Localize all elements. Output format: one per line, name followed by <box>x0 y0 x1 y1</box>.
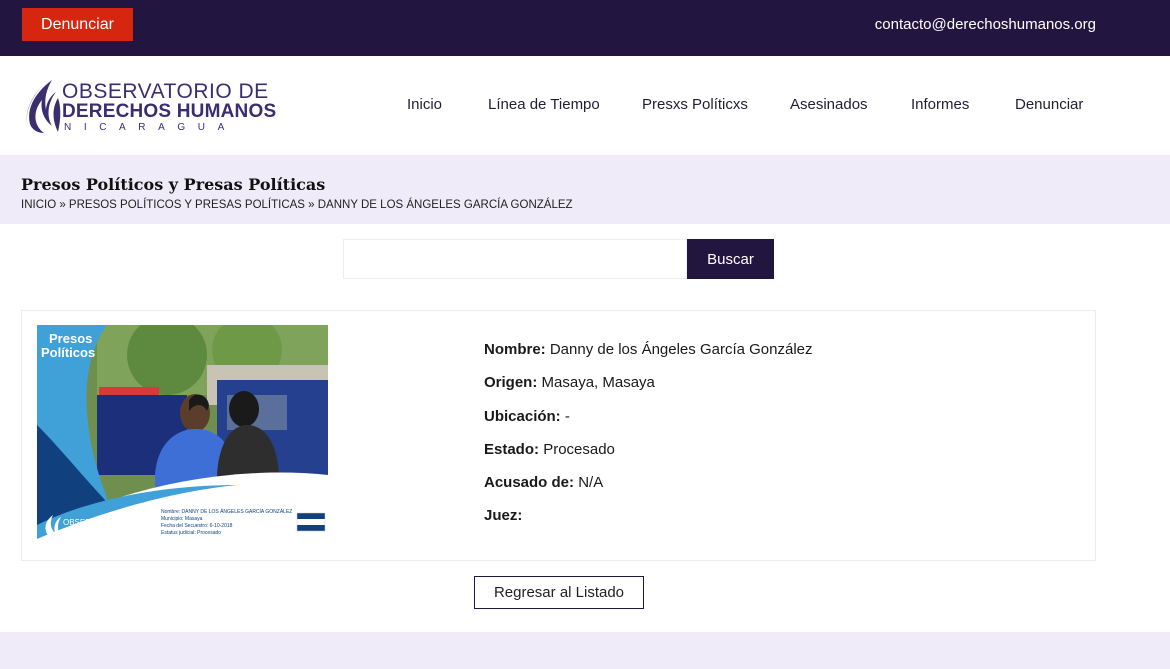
nav-item-linea-de-tiempo[interactable]: Línea de Tiempo <box>488 96 600 113</box>
search-input[interactable] <box>343 239 687 279</box>
main-nav: Inicio Línea de Tiempo Presxs Políticxs … <box>0 96 1170 120</box>
prisoner-details: Nombre: Danny de los Ángeles García Gonz… <box>484 341 813 541</box>
detail-value: Danny de los Ángeles García González <box>549 341 813 358</box>
detail-label: Nombre: <box>484 341 546 358</box>
detail-label: Juez: <box>484 507 523 525</box>
photo-badge-line1: Presos <box>49 331 92 346</box>
nav-item-inicio[interactable]: Inicio <box>407 96 442 113</box>
detail-row-nombre: Nombre: Danny de los Ángeles García Gonz… <box>484 341 813 374</box>
nav-item-presxs-politicxs[interactable]: Presxs Políticxs <box>642 96 748 113</box>
prisoner-photo: Presos Políticos Nombre: DANNY DE LOS ÁN… <box>37 325 328 543</box>
detail-value: N/A <box>578 474 604 492</box>
breadcrumb[interactable]: INICIO » PRESOS POLÍTICOS Y PRESAS POLÍT… <box>21 199 573 211</box>
contact-email-link[interactable]: contacto@derechoshumanos.org <box>875 16 1096 33</box>
back-to-list-button[interactable]: Regresar al Listado <box>474 576 644 609</box>
photo-caption-line1: Nombre: DANNY DE LOS ÁNGELES GARCÍA GONZ… <box>161 508 292 515</box>
detail-row-acusado: Acusado de: N/A <box>484 474 813 507</box>
report-button[interactable]: Denunciar <box>22 8 133 41</box>
photo-logo-line3: NICARAGUA <box>65 536 125 541</box>
page-title-band: Presos Políticos y Presas Políticas INIC… <box>0 155 1170 224</box>
photo-caption-line2: Municipio: Masaya <box>161 516 203 522</box>
detail-label: Estado: <box>484 440 540 458</box>
detail-value: Procesado <box>543 440 615 458</box>
detail-label: Origen: <box>484 374 538 392</box>
nav-item-denunciar[interactable]: Denunciar <box>1015 96 1083 113</box>
site-header: OBSERVATORIO DE DERECHOS HUMANOS NICARAG… <box>0 56 1170 155</box>
photo-caption-line3: Fecha del Secuestro: 6-10-2018 <box>161 523 233 529</box>
detail-row-estado: Estado: Procesado <box>484 441 813 474</box>
detail-row-juez: Juez: <box>484 507 813 540</box>
detail-label: Ubicación: <box>484 407 561 425</box>
nav-item-asesinados[interactable]: Asesinados <box>790 96 868 113</box>
prisoner-card: Presos Políticos Nombre: DANNY DE LOS ÁN… <box>21 310 1096 561</box>
footer-band <box>0 632 1170 669</box>
detail-row-ubicacion: Ubicación: - <box>484 408 813 441</box>
detail-value: - <box>564 407 570 425</box>
photo-logo-line2: DERECHOS HUMANOS <box>63 526 146 535</box>
detail-label: Acusado de: <box>484 474 575 492</box>
detail-row-origen: Origen: Masaya, Masaya <box>484 374 813 407</box>
nav-item-informes[interactable]: Informes <box>911 96 969 113</box>
top-bar: Denunciar contacto@derechoshumanos.org <box>0 0 1170 56</box>
search-button[interactable]: Buscar <box>687 239 774 279</box>
photo-caption-line4: Estatus judicial: Procesado <box>161 530 221 536</box>
detail-value: Masaya, Masaya <box>541 374 655 392</box>
page-title: Presos Políticos y Presas Políticas <box>21 175 326 194</box>
photo-badge-line2: Políticos <box>41 345 95 360</box>
logo-line3: NICARAGUA <box>64 122 237 133</box>
